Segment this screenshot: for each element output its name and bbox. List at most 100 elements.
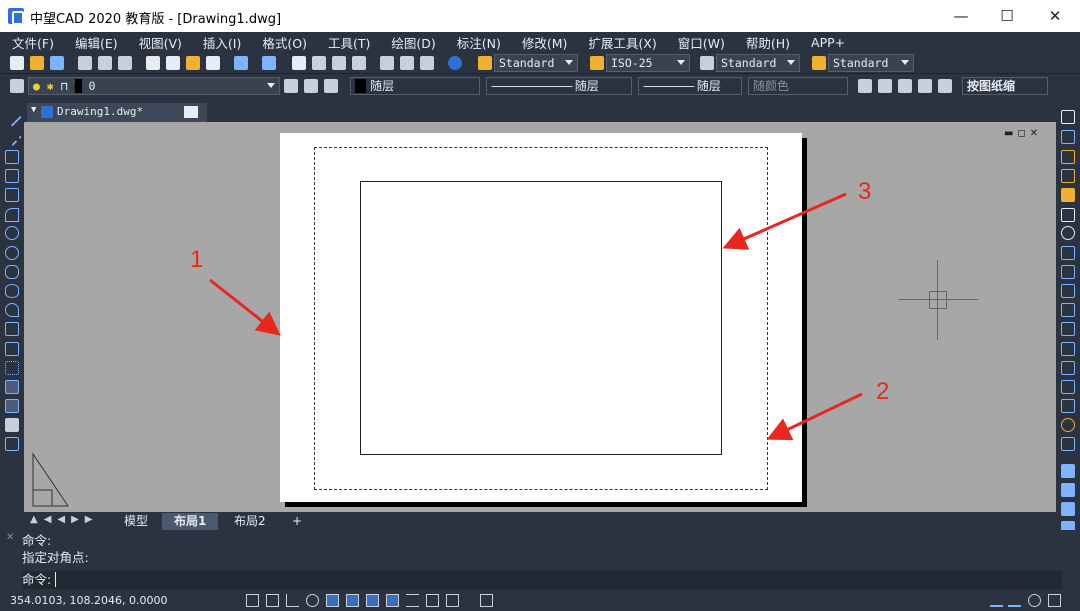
revision-cloud-icon[interactable]	[5, 246, 19, 260]
menu-format[interactable]: 格式(O)	[250, 33, 316, 52]
array-icon[interactable]	[1061, 188, 1075, 202]
print-icon[interactable]	[78, 56, 92, 70]
undo-icon[interactable]	[234, 56, 248, 70]
arc-icon[interactable]	[5, 208, 19, 222]
minimize-button[interactable]: —	[938, 0, 984, 32]
convert-viewport-icon[interactable]	[918, 79, 932, 93]
annotation-scale-icon[interactable]	[990, 594, 1003, 607]
dynamic-input-icon[interactable]	[386, 594, 399, 607]
grid-icon[interactable]	[266, 594, 279, 607]
copy-object-icon[interactable]	[1061, 130, 1075, 144]
menu-edit[interactable]: 编辑(E)	[63, 33, 127, 52]
polar-icon[interactable]	[306, 594, 319, 607]
paste-icon[interactable]	[186, 56, 200, 70]
transparency-icon[interactable]	[426, 594, 439, 607]
construction-line-icon[interactable]	[2, 127, 22, 147]
copy-icon[interactable]	[166, 56, 180, 70]
menu-extension-tools[interactable]: 扩展工具(X)	[576, 33, 665, 52]
maximize-button[interactable]: ☐	[984, 0, 1030, 32]
move-icon[interactable]	[1061, 208, 1075, 222]
single-viewport-icon[interactable]	[878, 79, 892, 93]
lineweight-control[interactable]: ————— 随层	[638, 77, 742, 95]
trim-icon[interactable]	[1061, 284, 1075, 298]
point-icon[interactable]	[5, 361, 19, 375]
save-icon[interactable]	[50, 56, 64, 70]
print-preview-icon[interactable]	[98, 56, 112, 70]
cut-icon[interactable]	[146, 56, 160, 70]
make-current-layer-icon[interactable]	[284, 79, 298, 93]
zoom-window-icon[interactable]	[332, 56, 346, 70]
dynamic-ucs-icon[interactable]	[366, 594, 379, 607]
explode-icon[interactable]	[1061, 418, 1075, 432]
match-properties-icon[interactable]	[206, 56, 220, 70]
menu-app-plus[interactable]: APP+	[799, 35, 854, 50]
color-control[interactable]: ■ 随层	[350, 77, 480, 95]
tab-layout1[interactable]: 布局1	[162, 513, 219, 530]
insert-block-icon[interactable]	[5, 322, 19, 336]
zoom-realtime-icon[interactable]	[312, 56, 326, 70]
viewport-scale-select[interactable]: 按图纸缩	[962, 77, 1048, 95]
erase-icon[interactable]	[1061, 110, 1075, 124]
draworder-front-icon[interactable]	[1061, 464, 1075, 478]
spline-icon[interactable]	[5, 265, 19, 279]
snap-grid-icon[interactable]	[246, 594, 259, 607]
polygonal-viewport-icon[interactable]	[898, 79, 912, 93]
clip-viewport-icon[interactable]	[938, 79, 952, 93]
rectangle-icon[interactable]	[5, 188, 19, 202]
new-tab-icon[interactable]	[184, 106, 198, 118]
fillet-corner-icon[interactable]	[1061, 399, 1075, 413]
stretch-icon[interactable]	[1061, 265, 1075, 279]
selection-cycling-icon[interactable]	[446, 594, 459, 607]
polygon-icon[interactable]	[5, 169, 19, 183]
text-style-select[interactable]: Standard	[494, 54, 578, 72]
break-icon[interactable]	[1061, 322, 1075, 336]
plot-icon[interactable]	[118, 56, 132, 70]
mleader-style-select[interactable]: Standard	[828, 54, 914, 72]
menu-view[interactable]: 视图(V)	[127, 33, 191, 52]
layer-manager-icon[interactable]	[10, 79, 24, 93]
new-icon[interactable]	[10, 56, 24, 70]
menu-tools[interactable]: 工具(T)	[316, 33, 379, 52]
line-icon[interactable]	[2, 107, 22, 127]
menu-dimension[interactable]: 标注(N)	[445, 33, 510, 52]
redo-icon[interactable]	[262, 56, 276, 70]
tab-add[interactable]: +	[280, 513, 314, 530]
mirror-icon[interactable]	[1061, 150, 1075, 164]
tab-model[interactable]: 模型	[112, 513, 160, 530]
menu-draw[interactable]: 绘图(D)	[379, 33, 444, 52]
menu-insert[interactable]: 插入(I)	[191, 33, 250, 52]
menu-help[interactable]: 帮助(H)	[734, 33, 799, 52]
rotate-icon[interactable]	[1061, 226, 1075, 240]
properties-icon[interactable]	[380, 56, 394, 70]
properties-edit-icon[interactable]	[1061, 437, 1075, 451]
circle-icon[interactable]	[5, 226, 19, 240]
chamfer-icon[interactable]	[1061, 361, 1075, 375]
zoom-previous-icon[interactable]	[352, 56, 366, 70]
annotation-visibility-icon[interactable]	[1008, 594, 1021, 607]
annotation-monitor-icon[interactable]	[480, 594, 493, 607]
viewport-icon[interactable]	[858, 79, 872, 93]
close-button[interactable]: ✕	[1032, 0, 1078, 32]
close-command-icon[interactable]: ✕	[6, 532, 14, 543]
ellipse-arc-icon[interactable]	[5, 303, 19, 317]
tab-navigation-icons[interactable]: ▲◀◀▶▶	[30, 514, 98, 525]
ortho-icon[interactable]	[286, 594, 299, 607]
join-icon[interactable]	[1061, 342, 1075, 356]
menu-modify[interactable]: 修改(M)	[510, 33, 577, 52]
layer-select[interactable]: ● ✱ ⊓ ■ 0	[28, 77, 280, 95]
hatch-icon[interactable]	[5, 380, 19, 394]
command-input[interactable]: 命令:	[22, 571, 1062, 589]
lineweight-icon[interactable]	[406, 594, 419, 607]
draworder-back-icon[interactable]	[1061, 483, 1075, 497]
layer-previous-icon[interactable]	[304, 79, 318, 93]
extend-icon[interactable]	[1061, 303, 1075, 317]
fillet-icon[interactable]	[1061, 380, 1075, 394]
pan-icon[interactable]	[292, 56, 306, 70]
linetype-control[interactable]: ———————— 随层	[486, 77, 632, 95]
mtext-icon[interactable]	[5, 437, 19, 451]
menu-file[interactable]: 文件(F)	[0, 33, 63, 52]
tab-layout2[interactable]: 布局2	[222, 513, 278, 530]
otrack-icon[interactable]	[346, 594, 359, 607]
tool-palettes-icon[interactable]	[420, 56, 434, 70]
table-icon[interactable]	[5, 418, 19, 432]
